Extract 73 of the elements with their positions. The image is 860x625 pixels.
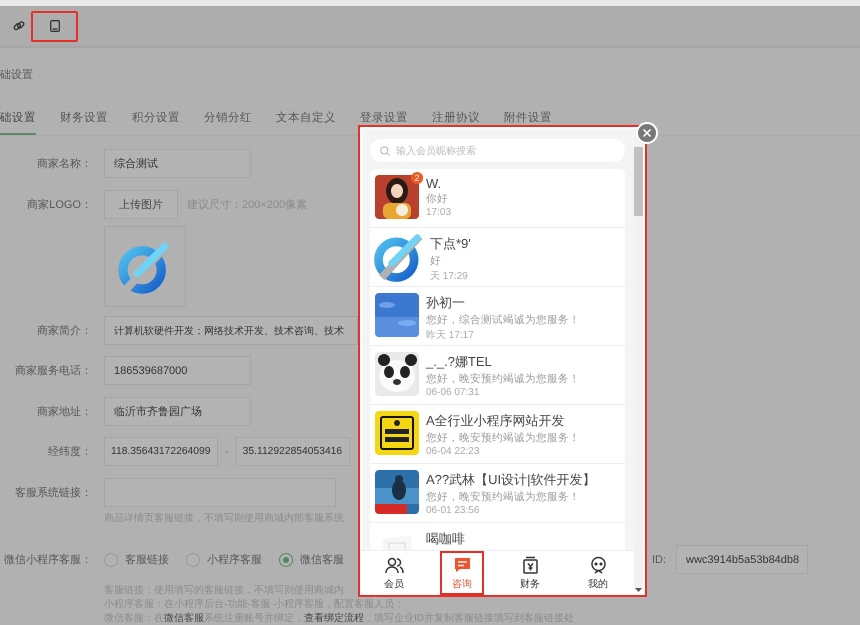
message-preview: 您好，晚安预约竭诚为您服务！ [426,431,580,445]
input-field[interactable]: 186539687000 [104,356,251,385]
chat-item[interactable]: A全行业小程序网站开发 您好，晚安预约竭诚为您服务！ 06-04 22:23 [370,405,625,464]
field-label: 商家简介： [36,324,93,338]
contact-name: W. [426,176,442,191]
tab[interactable]: 文本自定义 [276,110,336,135]
unread-badge: 2 [411,172,423,184]
message-time: 17:03 [426,207,452,218]
message-time: 06-04 22:23 [426,446,480,457]
scrollbar-thumb[interactable] [634,147,643,216]
face-icon [588,556,608,574]
search-icon [380,146,390,156]
field-label: 商家地址： [36,404,93,419]
message-preview: 你好 [426,192,449,206]
field-label: 客服系统链接： [14,486,93,500]
people-icon [384,556,404,574]
field-label: ID: [652,554,666,566]
message-time: 昨天 17:17 [426,329,475,342]
contact-name: A全行业小程序网站开发 [426,412,566,430]
field-label: 商家名称： [36,156,93,171]
radio-option[interactable]: 客服链接 [104,552,169,567]
close-icon [643,129,651,137]
radio-icon[interactable] [279,552,293,566]
message-preview: 好 [430,254,442,268]
field-label: 商家LOGO： [26,198,93,212]
tab[interactable]: 财务设置 [60,110,108,135]
tab[interactable]: 分销分红 [204,110,252,135]
contact-name: A??武林【UI设计|软件开发】 [426,471,596,489]
chat-icon [452,556,472,574]
chat-item[interactable]: 下点*9' 好 天 17:29 [370,228,625,287]
search-placeholder: 输入会员昵称搜索 [396,144,476,158]
contact-name: 喝咖啡 [426,530,465,548]
chat-item[interactable]: A??武林【UI设计|软件开发】 您好，晚安预约竭诚为您服务！ 06-01 23:56 [370,464,625,523]
contact-name: 孙初一 [426,294,466,312]
wallet-icon [520,556,540,574]
field-label: 经纬度： [47,444,93,459]
message-preview: 您好，综合测试竭诚为您服务！ [426,313,580,327]
chat-item[interactable]: _._.?娜TEL 您好，晚安预约竭诚为您服务！ 06-06 07:31 [370,346,625,405]
tab[interactable]: 础设置 [0,110,36,135]
page-title: 础设置 [0,68,34,83]
process-link[interactable]: 查看绑定流程 [304,613,364,624]
nav-tab[interactable]: 会员 [360,551,428,595]
radio-label: 小程序客服 [207,552,262,567]
message-preview: 您好，晚安预约竭诚为您服务！ [426,490,581,504]
nav-tab[interactable]: 财务 [496,551,564,595]
tab[interactable]: 积分设置 [132,110,180,135]
message-preview: 您好，晚安预约竭诚为您服务！ [426,372,580,386]
message-time: 天 17:29 [430,270,469,283]
close-button[interactable] [636,122,658,144]
input-field[interactable]: 计算机软硬件开发；网络技术开发、技术咨询、技术 [104,316,358,345]
message-time: 06-06 07:31 [426,387,480,398]
radio-label: 客服链接 [125,552,169,567]
message-time: 06-01 23:56 [426,505,480,516]
input-field[interactable]: 临沂市齐鲁园广场 [104,397,251,426]
input-field[interactable]: wwc3914b5a53b84db8 [676,545,808,574]
link-icon[interactable] [13,20,25,32]
contact-name: 下点*9' [430,235,471,253]
chat-item[interactable]: 2 W. 你好 17:03 [370,169,625,228]
nav-tab[interactable]: 我的 [564,551,632,595]
separator-text: - [225,446,229,458]
tablet-icon[interactable] [50,20,60,32]
field-label: 商家服务电话： [14,364,93,378]
contact-name: _._.?娜TEL [426,353,493,371]
input-field[interactable]: 35.112922854053416 [236,437,350,466]
radio-option[interactable]: 微信客服 [279,552,344,567]
nav-tab[interactable]: 咨询 [440,551,484,595]
upload-button[interactable]: 上传图片 [104,190,178,219]
field-label: 微信小程序客服： [3,552,93,567]
radio-option[interactable]: 小程序客服 [186,552,262,567]
input-field[interactable]: 综合测试 [104,149,251,178]
chat-item[interactable]: 孙初一 您好，综合测试竭诚为您服务！ 昨天 17:17 [370,287,625,346]
input-field[interactable]: 118.35643172264099 [104,437,218,466]
radio-label: 微信客服 [300,552,344,567]
